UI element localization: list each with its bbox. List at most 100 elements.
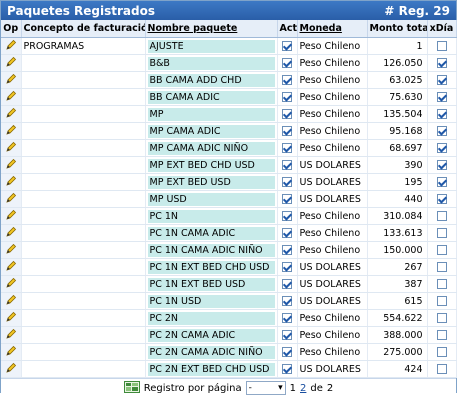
pencil-icon[interactable] (5, 277, 17, 289)
per-day-checkbox[interactable] (436, 279, 447, 289)
active-checkbox[interactable] (282, 75, 292, 85)
edit-cell[interactable] (1, 139, 22, 157)
per-day-checkbox[interactable] (436, 296, 447, 306)
active-checkbox[interactable] (282, 109, 292, 119)
per-day-cell[interactable] (427, 190, 457, 208)
edit-cell[interactable] (1, 207, 22, 225)
active-checkbox[interactable] (282, 58, 292, 68)
pencil-icon[interactable] (5, 362, 17, 374)
active-checkbox[interactable] (282, 177, 292, 187)
per-day-cell[interactable] (427, 54, 457, 72)
edit-cell[interactable] (1, 156, 22, 174)
active-cell[interactable] (277, 258, 298, 276)
active-cell[interactable] (277, 88, 298, 106)
edit-cell[interactable] (1, 258, 22, 276)
pencil-icon[interactable] (5, 260, 17, 272)
per-day-cell[interactable] (427, 275, 457, 293)
per-day-cell[interactable] (427, 139, 457, 157)
active-checkbox[interactable] (282, 126, 292, 136)
edit-cell[interactable] (1, 292, 22, 310)
active-cell[interactable] (277, 343, 298, 361)
active-checkbox[interactable] (282, 279, 292, 289)
active-checkbox[interactable] (282, 313, 292, 323)
pencil-icon[interactable] (5, 39, 17, 51)
per-day-cell[interactable] (427, 105, 457, 123)
active-checkbox[interactable] (282, 347, 292, 357)
pencil-icon[interactable] (5, 73, 17, 85)
col-nombre-sort[interactable]: Nombre paquete (145, 20, 278, 38)
edit-cell[interactable] (1, 173, 22, 191)
per-day-cell[interactable] (427, 71, 457, 89)
edit-cell[interactable] (1, 360, 22, 378)
per-day-checkbox[interactable] (436, 262, 447, 272)
edit-cell[interactable] (1, 224, 22, 242)
per-day-checkbox[interactable] (436, 92, 447, 102)
pencil-icon[interactable] (5, 158, 17, 170)
active-checkbox[interactable] (282, 262, 292, 272)
pencil-icon[interactable] (5, 294, 17, 306)
per-day-cell[interactable] (427, 343, 457, 361)
active-cell[interactable] (277, 275, 298, 293)
edit-cell[interactable] (1, 122, 22, 140)
per-day-cell[interactable] (427, 37, 457, 55)
per-day-cell[interactable] (427, 360, 457, 378)
per-day-cell[interactable] (427, 292, 457, 310)
per-day-cell[interactable] (427, 173, 457, 191)
edit-cell[interactable] (1, 37, 22, 55)
per-day-checkbox[interactable] (436, 143, 447, 153)
active-cell[interactable] (277, 139, 298, 157)
pencil-icon[interactable] (5, 107, 17, 119)
edit-cell[interactable] (1, 105, 22, 123)
per-day-checkbox[interactable] (436, 109, 447, 119)
per-day-cell[interactable] (427, 241, 457, 259)
edit-cell[interactable] (1, 309, 22, 327)
active-cell[interactable] (277, 122, 298, 140)
pencil-icon[interactable] (5, 328, 17, 340)
per-day-checkbox[interactable] (436, 228, 447, 238)
per-day-checkbox[interactable] (436, 245, 447, 255)
edit-cell[interactable] (1, 275, 22, 293)
per-day-checkbox[interactable] (436, 177, 447, 187)
per-day-cell[interactable] (427, 156, 457, 174)
active-checkbox[interactable] (282, 143, 292, 153)
per-day-checkbox[interactable] (436, 347, 447, 357)
active-checkbox[interactable] (282, 228, 292, 238)
per-day-checkbox[interactable] (436, 330, 447, 340)
active-checkbox[interactable] (282, 330, 292, 340)
active-checkbox[interactable] (282, 364, 292, 374)
active-cell[interactable] (277, 207, 298, 225)
pencil-icon[interactable] (5, 175, 17, 187)
edit-cell[interactable] (1, 88, 22, 106)
active-checkbox[interactable] (282, 92, 292, 102)
active-checkbox[interactable] (282, 194, 292, 204)
per-day-cell[interactable] (427, 258, 457, 276)
per-day-cell[interactable] (427, 122, 457, 140)
pencil-icon[interactable] (5, 226, 17, 238)
active-cell[interactable] (277, 241, 298, 259)
active-cell[interactable] (277, 309, 298, 327)
per-day-checkbox[interactable] (436, 211, 447, 221)
active-cell[interactable] (277, 190, 298, 208)
active-cell[interactable] (277, 37, 298, 55)
active-cell[interactable] (277, 326, 298, 344)
pencil-icon[interactable] (5, 311, 17, 323)
active-cell[interactable] (277, 173, 298, 191)
active-cell[interactable] (277, 105, 298, 123)
per-day-checkbox[interactable] (436, 41, 447, 51)
active-cell[interactable] (277, 224, 298, 242)
active-cell[interactable] (277, 54, 298, 72)
edit-cell[interactable] (1, 343, 22, 361)
active-checkbox[interactable] (282, 245, 292, 255)
col-moneda-sort[interactable]: Moneda (297, 20, 368, 38)
per-day-cell[interactable] (427, 207, 457, 225)
pencil-icon[interactable] (5, 56, 17, 68)
excel-export-icon[interactable] (123, 380, 140, 396)
active-checkbox[interactable] (282, 296, 292, 306)
per-day-cell[interactable] (427, 88, 457, 106)
pencil-icon[interactable] (5, 209, 17, 221)
edit-cell[interactable] (1, 326, 22, 344)
per-day-checkbox[interactable] (436, 160, 447, 170)
per-day-checkbox[interactable] (436, 75, 447, 85)
pencil-icon[interactable] (5, 141, 17, 153)
per-day-checkbox[interactable] (436, 364, 447, 374)
